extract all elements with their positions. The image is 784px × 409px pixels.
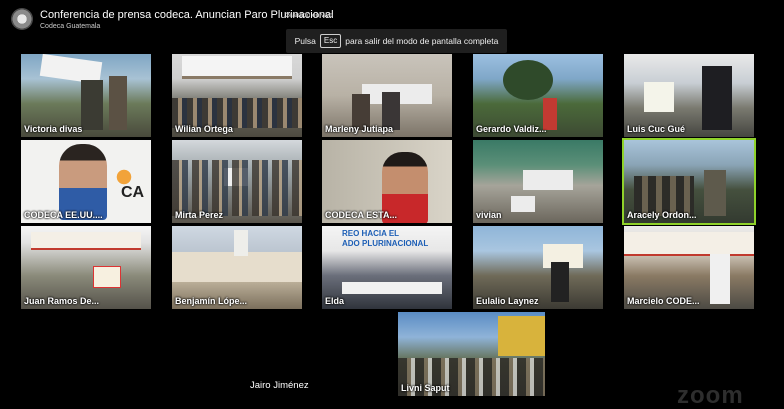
person-image <box>702 66 732 130</box>
banner-image <box>31 232 141 250</box>
participant-name: Luis Cuc Gué <box>627 124 686 134</box>
participant-name: Marcielo CODE... <box>627 296 700 306</box>
video-tile[interactable]: Benjamín Lópe... <box>172 226 302 309</box>
hint-suffix: para salir del modo de pantalla completa <box>345 36 499 46</box>
participant-name: Juan Ramos De... <box>24 296 100 306</box>
participant-name: Eulalio Laynez <box>476 296 539 306</box>
participant-name: vivian <box>476 210 502 220</box>
participant-name: CODECA EE.UU.... <box>24 210 103 220</box>
video-tile[interactable]: CA CODECA EE.UU.... <box>21 140 151 223</box>
participant-name: Mirta Perez <box>175 210 224 220</box>
logo-text: CA <box>121 184 145 201</box>
participant-name: Elda <box>325 296 345 306</box>
video-tile[interactable]: Luis Cuc Gué <box>624 54 754 137</box>
building-image <box>498 316 545 356</box>
building-image <box>172 252 302 282</box>
zoom-watermark: zoom <box>677 382 744 409</box>
video-tile[interactable]: Marleny Jutiapa <box>322 54 452 137</box>
participant-name: Victoria divas <box>24 124 83 134</box>
video-tile[interactable]: Eulalio Laynez <box>473 226 603 309</box>
video-tile-active-speaker[interactable]: Aracely Ordon... <box>622 138 756 225</box>
participant-name: Marleny Jutiapa <box>325 124 394 134</box>
banner-image <box>523 170 573 190</box>
person-image <box>551 262 569 302</box>
tower-image <box>234 230 248 256</box>
video-tile[interactable]: vivian <box>473 140 603 223</box>
participant-name: Aracely Ordon... <box>627 210 697 220</box>
participant-name: Gerardo Valdiz... <box>476 124 547 134</box>
video-tile[interactable]: Victoria divas <box>21 54 151 137</box>
person-image <box>59 144 107 220</box>
video-tile[interactable]: REO HACIA EL ADO PLURINACIONAL Elda <box>322 226 452 309</box>
video-tile[interactable]: Gerardo Valdiz... <box>473 54 603 137</box>
participant-name: Wilian Ortega <box>175 124 233 134</box>
tree-image <box>503 60 553 100</box>
non-video-participant-name[interactable]: Jairo Jiménez <box>250 380 309 391</box>
host-avatar <box>11 8 33 30</box>
video-tile[interactable]: Mirta Perez <box>172 140 302 223</box>
crowd-image <box>172 160 302 216</box>
participant-name: CODECA ESTA... <box>325 210 398 220</box>
participant-name: Livni Saput <box>401 383 450 393</box>
video-tile[interactable]: Wilian Ortega <box>172 54 302 137</box>
table-image <box>342 282 442 294</box>
banner-image <box>511 196 535 212</box>
banner-text: REO HACIA EL <box>342 229 400 238</box>
live-badge: Grabado en vivo <box>285 12 333 19</box>
banner-image <box>644 82 674 112</box>
sign-image <box>93 266 121 288</box>
fullscreen-exit-hint: Pulsa Esc para salir del modo de pantall… <box>286 29 507 53</box>
video-tile[interactable]: CODECA ESTA... <box>322 140 452 223</box>
person-image <box>81 80 103 130</box>
banner-text: ADO PLURINACIONAL <box>342 239 429 248</box>
person-image <box>109 76 127 130</box>
video-tile[interactable]: Marcielo CODE... <box>624 226 754 309</box>
host-org: Codeca Guatemala <box>40 23 101 30</box>
video-tile[interactable]: Livni Saput <box>398 312 545 396</box>
person-image <box>704 170 726 216</box>
participant-name: Benjamín Lópe... <box>175 296 248 306</box>
gazebo-roof-image <box>182 56 292 79</box>
esc-key[interactable]: Esc <box>319 34 342 48</box>
banner-image <box>624 232 754 256</box>
hint-prefix: Pulsa <box>294 36 316 46</box>
video-tile[interactable]: Juan Ramos De... <box>21 226 151 309</box>
person-image <box>710 254 730 304</box>
